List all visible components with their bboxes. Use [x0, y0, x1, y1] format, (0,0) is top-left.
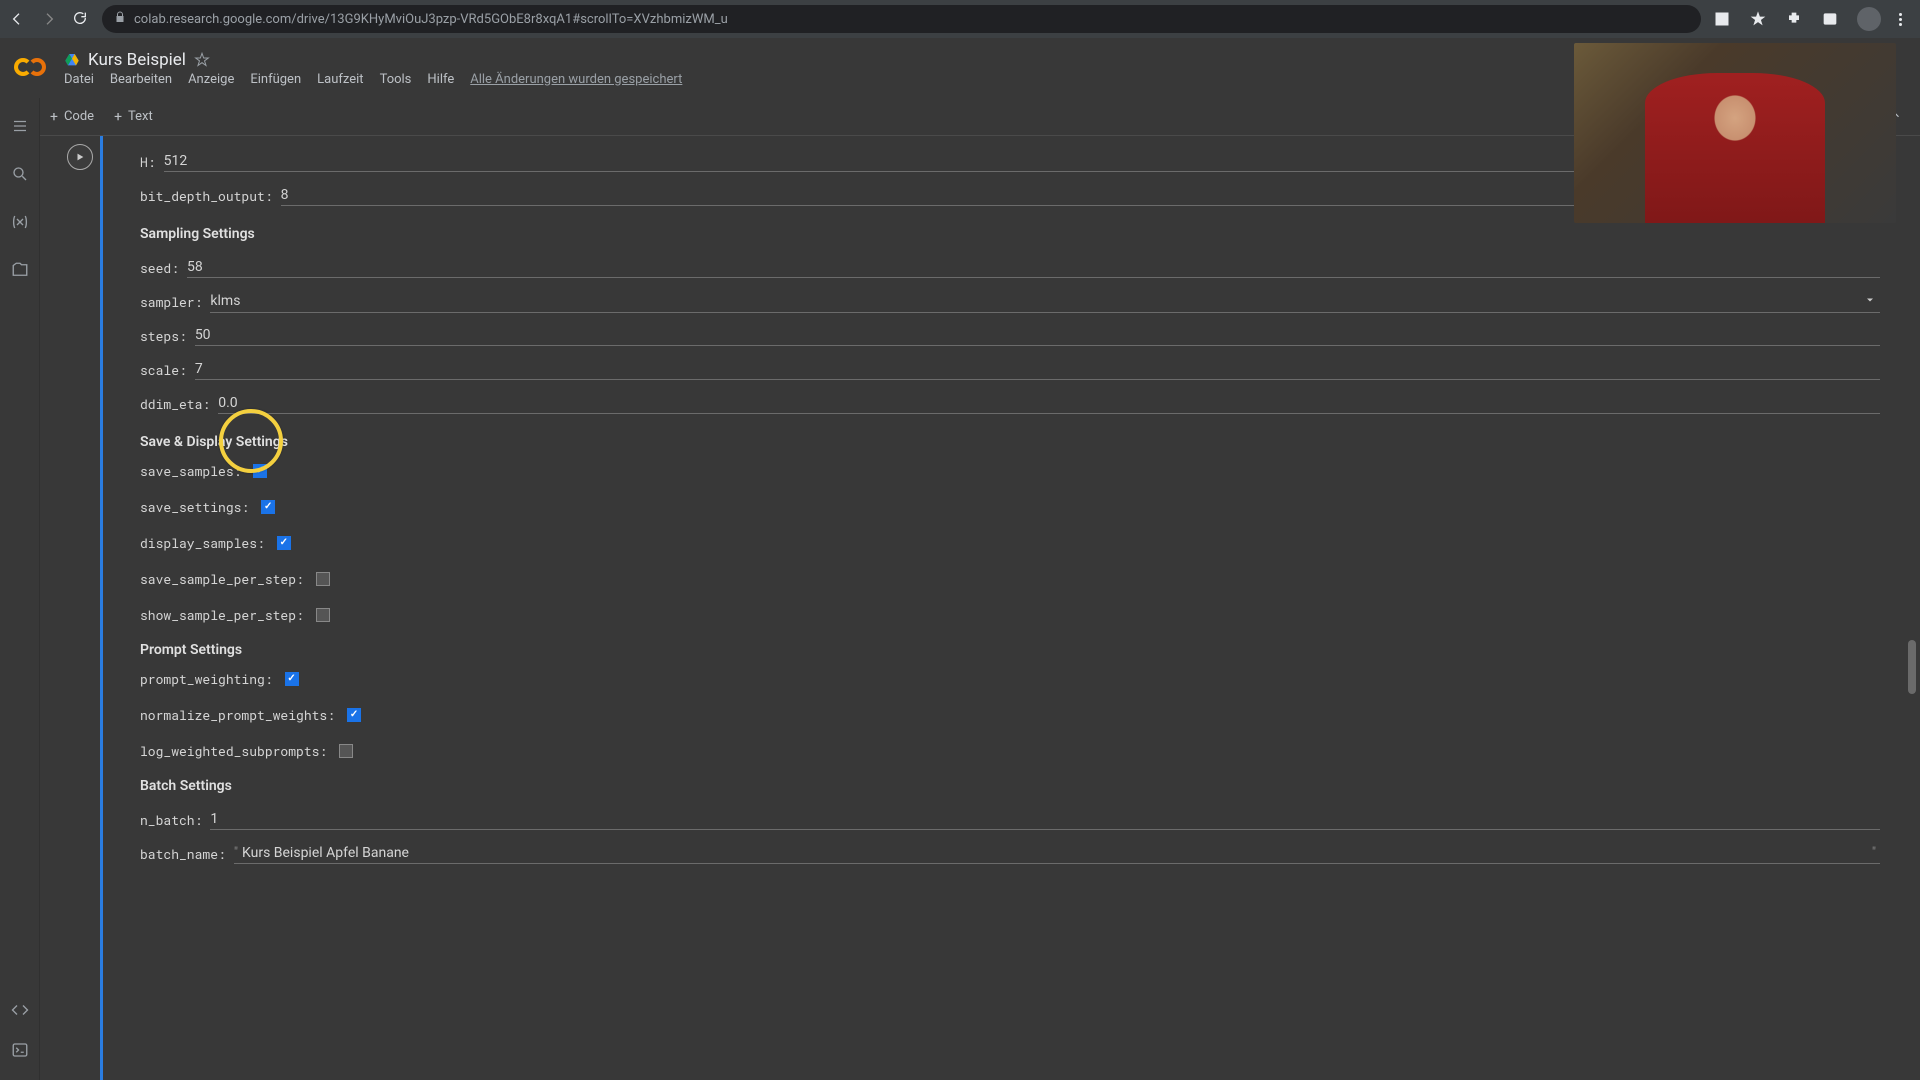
url-text: colab.research.google.com/drive/13G9KHyM…	[134, 12, 728, 27]
webcam-overlay	[1574, 43, 1896, 223]
ddim-eta-input[interactable]	[218, 395, 1880, 411]
notebook-content: H: bit_depth_output: Sampling Settings s…	[40, 136, 1920, 1080]
normalize-prompt-weights-checkbox[interactable]	[347, 708, 361, 722]
n-batch-label: n_batch:	[140, 811, 210, 829]
menu-runtime[interactable]: Laufzeit	[317, 72, 363, 87]
variables-icon[interactable]	[10, 212, 30, 232]
files-icon[interactable]	[10, 260, 30, 280]
ddim-eta-label: ddim_eta:	[140, 395, 218, 413]
batch-name-input[interactable]	[242, 845, 1872, 861]
steps-label: steps:	[140, 327, 195, 345]
menu-insert[interactable]: Einfügen	[250, 72, 301, 87]
drive-icon	[64, 52, 80, 68]
sampler-select[interactable]: klms	[210, 293, 1864, 309]
translate-icon[interactable]	[1713, 10, 1731, 28]
search-icon[interactable]	[10, 164, 30, 184]
normalize-prompt-weights-label: normalize_prompt_weights:	[140, 706, 343, 724]
lock-icon	[114, 11, 126, 27]
cell-accent-bar	[100, 136, 103, 1080]
toc-icon[interactable]	[10, 116, 30, 136]
run-cell-button[interactable]	[67, 144, 93, 170]
menu-edit[interactable]: Bearbeiten	[110, 72, 172, 87]
batch-settings-title: Batch Settings	[140, 778, 1880, 794]
seed-input[interactable]	[187, 259, 1880, 275]
save-settings-label: save_settings:	[140, 498, 257, 516]
save-sample-per-step-checkbox[interactable]	[316, 572, 330, 586]
h-label: H:	[140, 153, 164, 171]
bookmark-icon[interactable]	[1749, 10, 1767, 28]
browser-toolbar: colab.research.google.com/drive/13G9KHyM…	[0, 0, 1920, 38]
sampling-title: Sampling Settings	[140, 226, 1880, 242]
side-rail	[0, 98, 40, 1080]
show-sample-per-step-label: show_sample_per_step:	[140, 606, 312, 624]
menu-bar: Datei Bearbeiten Anzeige Einfügen Laufze…	[64, 72, 682, 87]
show-sample-per-step-checkbox[interactable]	[316, 608, 330, 622]
back-button[interactable]	[8, 10, 26, 28]
save-samples-label: save_samples:	[140, 462, 249, 480]
close-quote: "	[1872, 845, 1880, 860]
prompt-weighting-checkbox[interactable]	[285, 672, 299, 686]
chevron-down-icon[interactable]	[1864, 291, 1880, 310]
reload-button[interactable]	[72, 10, 90, 28]
display-samples-checkbox[interactable]	[277, 536, 291, 550]
display-samples-label: display_samples:	[140, 534, 273, 552]
add-code-button[interactable]: +Code	[50, 109, 94, 125]
browser-menu-icon[interactable]	[1899, 13, 1902, 26]
batch-name-label: batch_name:	[140, 845, 234, 863]
save-settings-checkbox[interactable]	[261, 500, 275, 514]
menu-tools[interactable]: Tools	[380, 72, 412, 87]
code-snippets-icon[interactable]	[10, 1000, 30, 1020]
open-quote: "	[234, 845, 242, 860]
scale-input[interactable]	[195, 361, 1880, 377]
steps-input[interactable]	[195, 327, 1880, 343]
colab-logo[interactable]	[14, 50, 50, 86]
bit-depth-label: bit_depth_output:	[140, 187, 281, 205]
terminal-icon[interactable]	[10, 1040, 30, 1060]
document-title[interactable]: Kurs Beispiel	[88, 50, 186, 70]
log-weighted-subprompts-checkbox[interactable]	[339, 744, 353, 758]
add-text-button[interactable]: +Text	[114, 109, 153, 125]
forward-button[interactable]	[40, 10, 58, 28]
star-icon[interactable]	[194, 52, 210, 68]
sampler-label: sampler:	[140, 293, 210, 311]
scale-label: scale:	[140, 361, 195, 379]
panel-icon[interactable]	[1821, 10, 1839, 28]
address-bar[interactable]: colab.research.google.com/drive/13G9KHyM…	[102, 5, 1701, 33]
log-weighted-subprompts-label: log_weighted_subprompts:	[140, 742, 335, 760]
prompt-weighting-label: prompt_weighting:	[140, 670, 281, 688]
save-samples-checkbox[interactable]	[253, 464, 267, 478]
profile-avatar[interactable]	[1857, 7, 1881, 31]
extensions-icon[interactable]	[1785, 10, 1803, 28]
seed-label: seed:	[140, 259, 187, 277]
menu-view[interactable]: Anzeige	[188, 72, 234, 87]
n-batch-input[interactable]	[210, 811, 1880, 827]
menu-help[interactable]: Hilfe	[427, 72, 454, 87]
save-display-title: Save & Display Settings	[140, 434, 1880, 450]
prompt-settings-title: Prompt Settings	[140, 642, 1880, 658]
save-sample-per-step-label: save_sample_per_step:	[140, 570, 312, 588]
scrollbar-thumb[interactable]	[1908, 640, 1916, 694]
save-status[interactable]: Alle Änderungen wurden gespeichert	[470, 72, 682, 87]
menu-file[interactable]: Datei	[64, 72, 94, 87]
